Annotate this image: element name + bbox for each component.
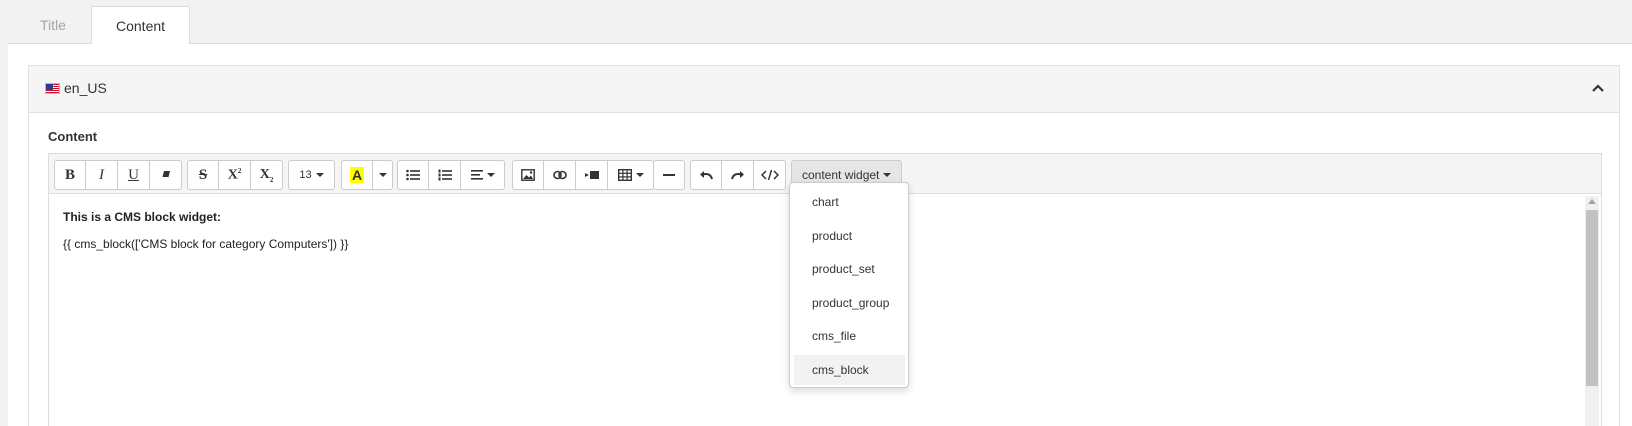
code-view-button[interactable] [754,160,786,190]
strikethrough-icon: S [198,166,208,183]
horizontal-rule-icon [663,174,675,176]
scroll-up-arrow-icon[interactable] [1588,199,1596,204]
eraser-icon [161,171,170,179]
menu-item-product-group[interactable]: product_group [794,288,905,318]
subscript-button[interactable]: X2 [251,160,283,190]
highlight-color-dropdown[interactable] [373,160,393,190]
tab-content[interactable]: Content [91,6,191,45]
table-icon [617,169,632,181]
italic-icon: I [99,166,104,183]
editor-text-code: {{ cms_block(['CMS block for category Co… [63,237,349,251]
chevron-down-icon [315,173,324,177]
strikethrough-button[interactable]: S [187,160,219,190]
redo-icon [730,171,744,180]
locale-label: en_US [64,80,107,96]
scrollbar-thumb[interactable] [1586,210,1598,386]
editor-scrollbar[interactable] [1585,196,1599,426]
bold-button[interactable]: B [54,160,86,190]
tab-title[interactable]: Title [16,6,90,45]
menu-item-chart[interactable]: chart [794,187,905,217]
superscript-letter: X [227,167,238,183]
undo-icon [700,171,713,180]
bullet-list-button[interactable] [397,160,429,190]
locale-panel-header[interactable]: en_US [29,66,1619,113]
image-icon [521,169,535,181]
horizontal-rule-button[interactable] [653,160,685,190]
numbered-list-icon [438,169,452,181]
insert-table-dropdown[interactable] [608,160,654,190]
font-size-dropdown[interactable]: 13 [288,160,335,190]
insert-video-button[interactable] [576,160,608,190]
menu-item-cms-file[interactable]: cms_file [794,321,905,351]
tab-bar: Title Content [8,0,1632,45]
chevron-down-icon [486,173,495,177]
menu-item-product-set[interactable]: product_set [794,254,905,284]
chevron-up-icon[interactable] [1590,80,1606,96]
font-size-value: 13 [299,169,312,181]
video-icon [584,171,599,179]
italic-button[interactable]: I [86,160,118,190]
chevron-down-icon [883,173,892,177]
underline-icon: U [128,166,139,183]
content-field-label: Content [48,129,98,144]
chevron-down-icon [378,173,387,177]
superscript-button[interactable]: X2 [219,160,251,190]
align-dropdown[interactable] [461,160,505,190]
redo-button[interactable] [722,160,754,190]
insert-link-button[interactable] [544,160,576,190]
code-icon [760,169,779,181]
highlight-icon: A [349,167,365,183]
eraser-button[interactable] [150,160,182,190]
highlight-button[interactable]: A [341,160,373,190]
content-widget-menu: chart product product_set product_group … [789,182,909,388]
numbered-list-button[interactable] [429,160,461,190]
menu-item-cms-block[interactable]: cms_block [794,355,905,385]
subscript-letter: X [259,166,270,182]
editor-text-heading: This is a CMS block widget: [63,210,222,224]
chevron-down-icon [635,173,644,177]
insert-image-button[interactable] [512,160,544,190]
menu-item-product[interactable]: product [794,221,905,251]
bold-icon: B [64,166,75,183]
us-flag-icon [45,83,60,94]
bullet-list-icon [406,169,420,181]
undo-button[interactable] [690,160,722,190]
content-widget-label: content widget [802,168,880,182]
underline-button[interactable]: U [118,160,150,190]
link-icon [552,170,567,180]
align-left-icon [470,170,483,180]
superscript-icon: X2 [227,166,242,183]
subscript-icon: X2 [259,166,274,184]
